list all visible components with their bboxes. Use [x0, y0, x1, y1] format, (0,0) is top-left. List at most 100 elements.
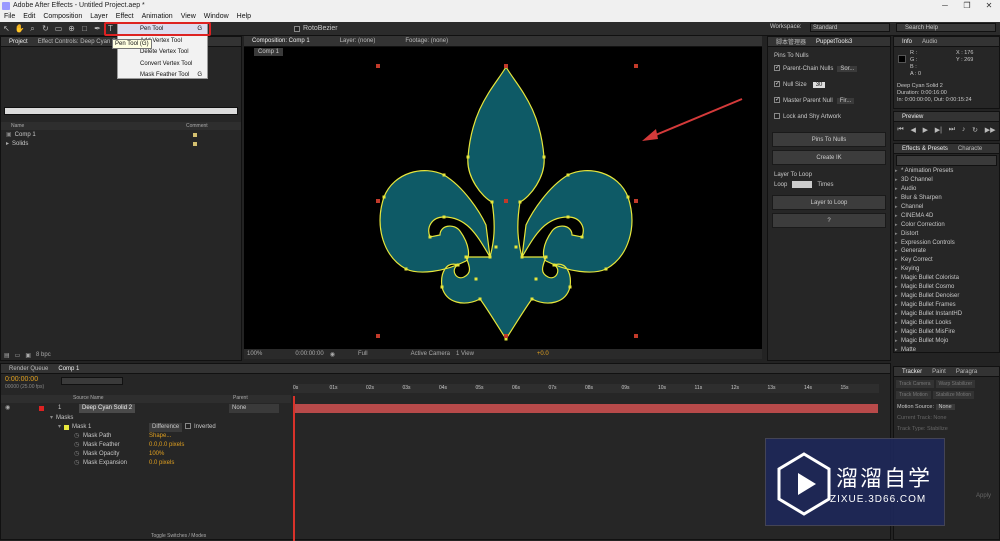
expand-triangle-icon[interactable]: ▾	[50, 414, 53, 423]
camera-select[interactable]: Active Camera	[411, 351, 450, 357]
first-frame-icon[interactable]: ⏮	[897, 126, 903, 134]
tab-comp-timeline[interactable]: Comp 1	[53, 366, 84, 372]
effects-category-item[interactable]: Magic Bullet Looks	[894, 319, 999, 328]
menu-item-convert-vertex[interactable]: Convert Vertex Tool	[118, 59, 207, 71]
mask-1-row[interactable]: ▾ Mask 1 Difference Inverted	[1, 423, 291, 432]
mask-vertex[interactable]	[442, 173, 446, 177]
current-track-select[interactable]: None	[933, 415, 946, 421]
mask-vertex[interactable]	[490, 200, 494, 204]
mask-vertex[interactable]	[466, 155, 470, 159]
effects-category-item[interactable]: 3D Channel	[894, 176, 999, 185]
effects-category-item[interactable]: Magic Bullet Denoiser	[894, 292, 999, 301]
stopwatch-icon[interactable]: ◷	[74, 459, 79, 468]
property-value[interactable]: 100%	[149, 450, 164, 459]
layer-bounding-handle[interactable]	[634, 199, 638, 203]
mask-vertex[interactable]	[382, 195, 386, 199]
mask-property-row[interactable]: ◷ Mask Opacity 100%	[1, 450, 291, 459]
mask-vertex[interactable]	[494, 245, 498, 249]
tab-layer[interactable]: Layer: (none)	[335, 38, 381, 44]
play-icon[interactable]: ▶	[923, 126, 928, 134]
zoom-select[interactable]: 100%	[247, 351, 262, 357]
project-search-input[interactable]	[4, 107, 238, 115]
column-parent[interactable]: Parent	[233, 395, 248, 401]
effects-search-input[interactable]	[896, 155, 997, 166]
layer-label-color[interactable]	[39, 406, 44, 411]
rotobezier-checkbox[interactable]	[294, 25, 300, 32]
new-comp-icon[interactable]: ▣	[25, 352, 31, 359]
project-item-solids[interactable]: ▸ Solids	[1, 140, 241, 149]
maximize-button[interactable]: ❐	[956, 0, 978, 11]
mask-mode-select[interactable]: Difference	[149, 423, 183, 432]
layer-bounding-handle[interactable]	[504, 199, 508, 203]
tab-paint[interactable]: Paint	[927, 369, 951, 375]
effects-category-item[interactable]: Keying	[894, 265, 999, 274]
apply-button[interactable]: Apply	[976, 493, 991, 499]
stopwatch-icon[interactable]: ◷	[74, 441, 79, 450]
column-name[interactable]: Name	[1, 123, 186, 129]
property-value[interactable]: 0.0,0.0 pixels	[149, 441, 184, 450]
next-frame-icon[interactable]: ▶|	[935, 126, 942, 134]
layer-to-loop-button[interactable]: Layer to Loop	[772, 195, 886, 210]
project-item-comp[interactable]: ▣ Comp 1	[1, 131, 241, 140]
mask-vertex[interactable]	[566, 215, 570, 219]
property-value[interactable]: 0.0 pixels	[149, 459, 174, 468]
layer-bounding-handle[interactable]	[376, 334, 380, 338]
mask-vertex[interactable]	[488, 255, 492, 259]
audio-icon[interactable]: ♪	[962, 126, 966, 134]
menu-edit[interactable]: Edit	[19, 13, 39, 20]
master-select[interactable]: Fir...	[836, 98, 855, 104]
mask-vertex[interactable]	[518, 200, 522, 204]
mask-vertex[interactable]	[520, 255, 524, 259]
effects-category-item[interactable]: Magic Bullet InstantHD	[894, 310, 999, 319]
mask-property-row[interactable]: ◷ Mask Path Shape...	[1, 432, 291, 441]
search-help-input[interactable]: Search Help	[896, 23, 996, 32]
visibility-eye-icon[interactable]: ◉	[5, 404, 10, 413]
mask-vertex[interactable]	[542, 155, 546, 159]
mask-vertex[interactable]	[474, 277, 478, 281]
mask-property-row[interactable]: ◷ Mask Expansion 0.0 pixels	[1, 459, 291, 468]
hand-tool-icon[interactable]: ✋	[14, 23, 25, 34]
mask-vertex[interactable]	[566, 173, 570, 177]
effects-category-item[interactable]: * Animation Presets	[894, 167, 999, 176]
effects-category-item[interactable]: Magic Bullet MisFire	[894, 328, 999, 337]
workspace-select[interactable]: Standard	[810, 23, 890, 32]
effects-category-item[interactable]: Color Correction	[894, 221, 999, 230]
zoom-tool-icon[interactable]: ⌕	[27, 23, 38, 34]
mask-vertex[interactable]	[534, 277, 538, 281]
resolution-select[interactable]: Full	[358, 351, 368, 357]
menu-composition[interactable]: Composition	[39, 13, 86, 20]
master-parent-checkbox[interactable]	[774, 97, 780, 104]
timeline-current-time[interactable]: 0:00:00:00	[5, 376, 38, 383]
effects-category-item[interactable]: Matte	[894, 346, 999, 355]
camera-snapshot-icon[interactable]: ◉	[330, 351, 335, 358]
mask-vertex[interactable]	[514, 245, 518, 249]
composition-canvas[interactable]	[244, 47, 762, 349]
effects-category-item[interactable]: Magic Bullet Colorista	[894, 274, 999, 283]
sort-select[interactable]: Sor...	[837, 66, 858, 72]
timeline-search-input[interactable]	[61, 377, 123, 385]
menu-animation[interactable]: Animation	[138, 13, 177, 20]
masks-group[interactable]: ▾ Masks	[1, 414, 291, 423]
stopwatch-icon[interactable]: ◷	[74, 432, 79, 441]
camera-tool-icon[interactable]: ▭	[53, 23, 64, 34]
mask-vertex[interactable]	[552, 263, 556, 267]
fleur-de-lis-shape[interactable]	[244, 47, 762, 349]
menu-item-mask-feather[interactable]: Mask Feather Tool G	[118, 70, 207, 82]
minimize-button[interactable]: ─	[934, 0, 956, 11]
menu-help[interactable]: Help	[233, 13, 255, 20]
mask-vertex[interactable]	[442, 215, 446, 219]
tab-info[interactable]: Info	[897, 39, 917, 45]
rectangle-tool-icon[interactable]: □	[79, 23, 90, 34]
mask-vertex[interactable]	[428, 235, 432, 239]
layer-bounding-handle[interactable]	[634, 334, 638, 338]
tab-composition[interactable]: Composition: Comp 1	[247, 38, 315, 44]
tab-paragraph[interactable]: Paragra	[951, 369, 982, 375]
menu-file[interactable]: File	[0, 13, 19, 20]
pan-behind-tool-icon[interactable]: ⊕	[66, 23, 77, 34]
tab-footage[interactable]: Footage: (none)	[400, 38, 453, 44]
property-value[interactable]: Shape...	[149, 432, 171, 441]
rotate-tool-icon[interactable]: ↻	[40, 23, 51, 34]
warp-stabilizer-button[interactable]: Warp Stabilizer	[935, 380, 976, 388]
motion-source-select[interactable]: None	[935, 404, 955, 410]
tab-script-manager[interactable]: 脚本管理器	[771, 37, 811, 46]
